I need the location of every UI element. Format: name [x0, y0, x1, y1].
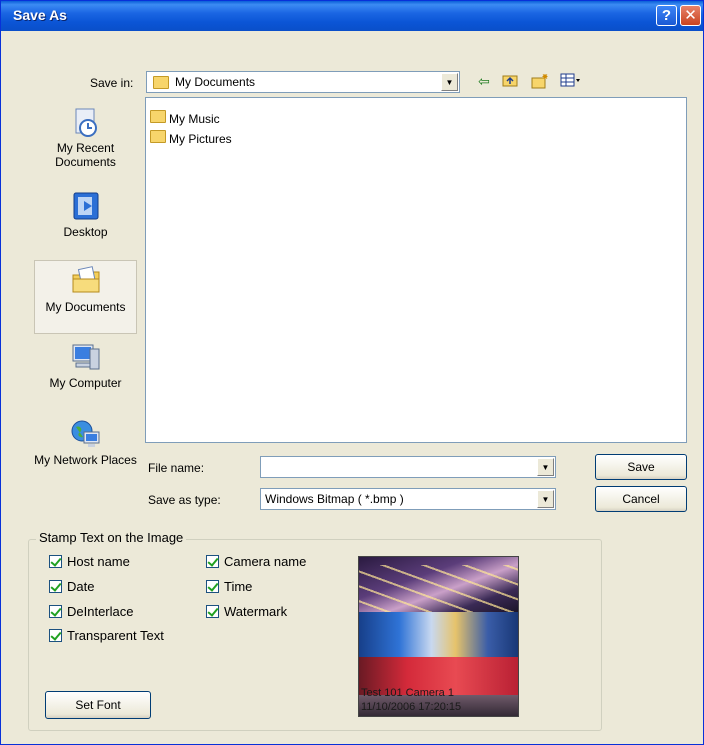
place-label: My Documents: [45, 300, 126, 314]
new-folder-icon[interactable]: [531, 73, 549, 92]
save-button[interactable]: Save: [595, 454, 687, 480]
file-name: My Pictures: [169, 132, 232, 146]
pictures-folder-icon: [150, 130, 166, 143]
date-checkbox[interactable]: Date: [49, 579, 94, 594]
preview-lights: [359, 565, 518, 615]
preview-camera-text: Test 101 Camera 1: [361, 687, 454, 699]
transparent-text-checkbox[interactable]: Transparent Text: [49, 628, 164, 643]
chevron-down-icon[interactable]: ▼: [537, 490, 554, 508]
up-one-level-icon[interactable]: [502, 73, 518, 90]
network-places-icon: [71, 420, 99, 447]
place-my-network-places[interactable]: My Network Places: [34, 418, 137, 494]
place-my-computer[interactable]: My Computer: [34, 341, 137, 403]
places-bar: My Recent Documents Desktop My Documents…: [34, 98, 137, 498]
set-font-button[interactable]: Set Font: [45, 691, 151, 719]
folder-icon: [153, 76, 169, 89]
title-bar[interactable]: Save As ? ✕: [1, 1, 703, 31]
recent-documents-icon: [75, 108, 97, 137]
save-in-value: My Documents: [175, 75, 256, 89]
save-in-label: Save in:: [90, 76, 134, 90]
back-arrow-icon[interactable]: ⇦: [478, 73, 490, 90]
close-button[interactable]: ✕: [680, 5, 701, 26]
save-as-type-label: Save as type:: [148, 493, 221, 507]
preview-wall: [359, 612, 518, 662]
help-button[interactable]: ?: [656, 5, 677, 26]
preview-datetime-text: 11/10/2006 17:20:15: [361, 701, 462, 713]
file-list[interactable]: My Music My Pictures: [145, 97, 687, 443]
file-name-label: File name:: [148, 461, 205, 475]
stamp-preview-image: Test 101 Camera 1 11/10/2006 17:20:15: [358, 556, 519, 717]
deinterlace-checkbox[interactable]: DeInterlace: [49, 604, 133, 619]
save-as-dialog: Save As ? ✕ Save in: My Documents ▼ ⇦ My…: [0, 0, 704, 745]
checkbox-box[interactable]: [206, 605, 219, 618]
window-title: Save As: [13, 7, 67, 23]
checkbox-box[interactable]: [206, 580, 219, 593]
time-checkbox[interactable]: Time: [206, 579, 252, 594]
checkbox-box[interactable]: [49, 580, 62, 593]
place-label: Desktop: [63, 225, 108, 239]
checkbox-label: Host name: [67, 554, 130, 569]
desktop-icon: [73, 192, 98, 220]
file-name-input[interactable]: ▼: [260, 456, 556, 478]
checkbox-box[interactable]: [49, 629, 62, 642]
checkbox-label: Camera name: [224, 554, 307, 569]
save-as-type-dropdown[interactable]: Windows Bitmap ( *.bmp ) ▼: [260, 488, 556, 510]
host-name-checkbox[interactable]: Host name: [49, 554, 130, 569]
save-in-dropdown[interactable]: My Documents ▼: [146, 71, 460, 93]
watermark-checkbox[interactable]: Watermark: [206, 604, 287, 619]
stamp-text-legend: Stamp Text on the Image: [36, 530, 187, 545]
place-my-documents[interactable]: My Documents: [34, 260, 137, 334]
place-my-recent-documents[interactable]: My Recent Documents: [34, 106, 137, 186]
list-item[interactable]: My Music: [150, 110, 220, 126]
checkbox-label: Watermark: [224, 604, 288, 619]
list-item[interactable]: My Pictures: [150, 130, 232, 146]
checkbox-label: Date: [67, 579, 95, 594]
place-label: My Recent Documents: [55, 141, 116, 169]
place-desktop[interactable]: Desktop: [34, 190, 137, 250]
file-name: My Music: [169, 112, 220, 126]
save-as-type-value: Windows Bitmap ( *.bmp ): [265, 492, 404, 506]
view-menu-icon[interactable]: [560, 73, 582, 90]
checkbox-label: Transparent Text: [67, 628, 164, 643]
place-label: My Computer: [49, 376, 122, 390]
chevron-down-icon[interactable]: ▼: [537, 458, 554, 476]
checkbox-box[interactable]: [206, 555, 219, 568]
cancel-button[interactable]: Cancel: [595, 486, 687, 512]
checkbox-box[interactable]: [49, 555, 62, 568]
my-documents-icon: [72, 266, 99, 293]
chevron-down-icon[interactable]: ▼: [441, 73, 458, 91]
my-computer-icon: [72, 344, 99, 370]
checkbox-box[interactable]: [49, 605, 62, 618]
checkbox-label: Time: [224, 579, 253, 594]
camera-name-checkbox[interactable]: Camera name: [206, 554, 306, 569]
music-folder-icon: [150, 110, 166, 123]
checkbox-label: DeInterlace: [67, 604, 134, 619]
place-label: My Network Places: [34, 453, 137, 467]
